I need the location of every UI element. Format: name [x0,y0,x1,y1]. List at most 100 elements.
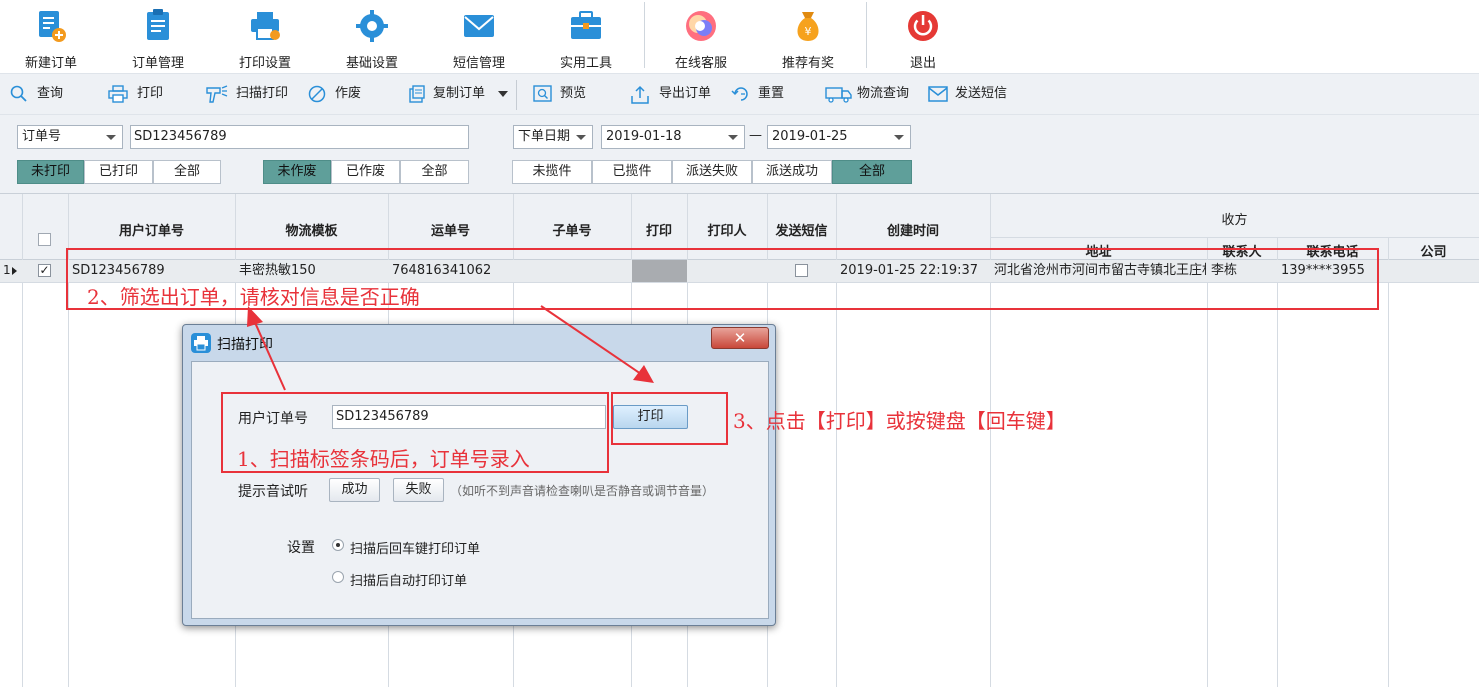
header-sub-order-no[interactable]: 子单号 [513,220,631,239]
order-management-button[interactable]: 订单管理 [112,0,204,73]
search-icon [10,85,27,102]
date-to-picker[interactable]: 2019-01-25 [767,125,911,149]
header-printer[interactable]: 打印人 [687,220,767,239]
header-send-sms[interactable]: 发送短信 [767,220,836,239]
toolbox-icon [571,11,601,39]
send-sms-button[interactable]: 发送短信 [928,74,1018,114]
exit-button[interactable]: 退出 [877,0,969,73]
svg-text:¥: ¥ [805,25,812,38]
void-label: 作废 [335,86,362,101]
tab-unprinted[interactable]: 未打印 [17,160,84,184]
date-range-separator: — [749,128,762,143]
sound-fail-button[interactable]: 失败 [393,478,444,502]
new-order-icon [39,11,66,42]
reset-label: 重置 [758,86,785,101]
query-button[interactable]: 查询 [10,74,70,114]
reset-icon [731,87,748,101]
annotation-step2: 2、筛选出订单，请核对信息是否正确 [87,285,420,309]
chevron-down-icon [894,135,904,140]
toolbar-label: 订单管理 [131,56,184,71]
tab-delivered[interactable]: 派送成功 [752,160,832,184]
gear-icon [356,10,388,42]
radio-enter-print[interactable] [332,539,344,551]
printer-icon [251,12,280,40]
radio-auto-print[interactable] [332,571,344,583]
toolbar-separator [866,2,867,68]
preview-button[interactable]: 预览 [533,74,593,114]
basic-settings-button[interactable]: 基础设置 [326,0,418,73]
envelope-icon [464,15,494,37]
close-button[interactable]: ✕ [711,327,769,349]
date-type-select[interactable]: 下单日期 [513,125,593,149]
logistics-query-button[interactable]: 物流查询 [825,74,915,114]
void-button[interactable]: 作废 [308,74,368,114]
print-settings-button[interactable]: 打印设置 [219,0,311,73]
header-printed[interactable]: 打印 [631,220,687,239]
print-button[interactable]: 打印 [108,74,168,114]
chevron-down-icon [728,135,738,140]
search-field-select[interactable]: 订单号 [17,125,123,149]
header-company[interactable]: 公司 [1388,241,1479,260]
select-all-checkbox[interactable] [38,233,51,246]
tab-voided[interactable]: 已作废 [331,160,400,184]
row-checkbox[interactable]: ✓ [38,264,51,277]
chevron-down-icon [106,135,116,140]
row-index: 1 [3,263,11,277]
sound-success-button[interactable]: 成功 [329,478,380,502]
power-icon [908,11,938,41]
header-receiver-group: 收方 [1221,213,1248,228]
reset-button[interactable]: 重置 [731,74,791,114]
money-bag-icon: ¥ [797,12,819,41]
action-bar: 查询 打印 扫描打印 作废 复制订单 预览 导出订单 重置 物流查询 发送短信 [0,73,1479,115]
dialog-title: 扫描打印 [217,337,273,353]
date-type-value: 下单日期 [518,129,571,144]
scan-print-button[interactable]: 扫描打印 [206,74,296,114]
tab-delivery-failed[interactable]: 派送失败 [672,160,752,184]
toolbar-label: 基础设置 [345,56,398,71]
filter-area: 订单号 SD123456789 下单日期 2019-01-18 — 2019-0… [0,115,1479,193]
tab-printed[interactable]: 已打印 [84,160,153,184]
option-auto-label[interactable]: 扫描后自动打印订单 [350,570,467,589]
date-from-value: 2019-01-18 [606,129,682,144]
sound-hint-text: （如听不到声音请检查喇叭是否静音或调节音量） [450,484,715,498]
order-search-input[interactable]: SD123456789 [130,125,469,149]
column-divider [1388,238,1389,687]
logistics-query-label: 物流查询 [857,86,910,101]
tab-print-all[interactable]: 全部 [153,160,221,184]
option-enter-label[interactable]: 扫描后回车键打印订单 [350,538,480,557]
tab-picked-up[interactable]: 已揽件 [592,160,672,184]
toolbar-label: 新建订单 [24,56,77,71]
online-service-button[interactable]: 在线客服 [655,0,747,73]
preview-label: 预览 [560,86,587,101]
copy-order-button[interactable]: 复制订单 [408,74,510,114]
clipboard-icon [147,9,169,40]
utility-tools-button[interactable]: 实用工具 [540,0,632,73]
header-created-time[interactable]: 创建时间 [836,220,990,239]
tab-pickup-all[interactable]: 全部 [832,160,912,184]
send-sms-label: 发送短信 [955,86,1008,101]
tab-not-picked-up[interactable]: 未揽件 [512,160,592,184]
date-from-picker[interactable]: 2019-01-18 [601,125,745,149]
chevron-down-icon[interactable] [498,91,508,97]
annotation-box-print [611,392,728,445]
toolbar-label: 在线客服 [674,56,727,71]
header-user-order-no[interactable]: 用户订单号 [68,220,235,239]
new-order-button[interactable]: 新建订单 [5,0,97,73]
scan-print-dialog: 扫描打印 ✕ 用户订单号 SD123456789 打印 提示音试听 成功 失败 … [182,324,776,626]
sms-management-button[interactable]: 短信管理 [433,0,525,73]
referral-reward-button[interactable]: ¥ 推荐有奖 [762,0,854,73]
export-order-button[interactable]: 导出订单 [630,74,720,114]
main-toolbar: 新建订单 订单管理 打印设置 基础设置 短信管理 实用工具 在线客服 ¥ 推荐有… [0,0,1479,73]
preview-icon [533,85,552,102]
tab-not-voided[interactable]: 未作废 [263,160,331,184]
truck-icon [825,87,852,103]
void-icon [308,85,326,103]
close-icon: ✕ [733,329,747,347]
toolbar-label: 实用工具 [559,56,612,71]
header-waybill-no[interactable]: 运单号 [388,220,513,239]
toolbar-label: 退出 [909,56,936,71]
toolbar-separator [644,2,645,68]
tab-void-all[interactable]: 全部 [400,160,469,184]
export-order-label: 导出订单 [659,86,712,101]
header-logistics-template[interactable]: 物流模板 [235,220,388,239]
